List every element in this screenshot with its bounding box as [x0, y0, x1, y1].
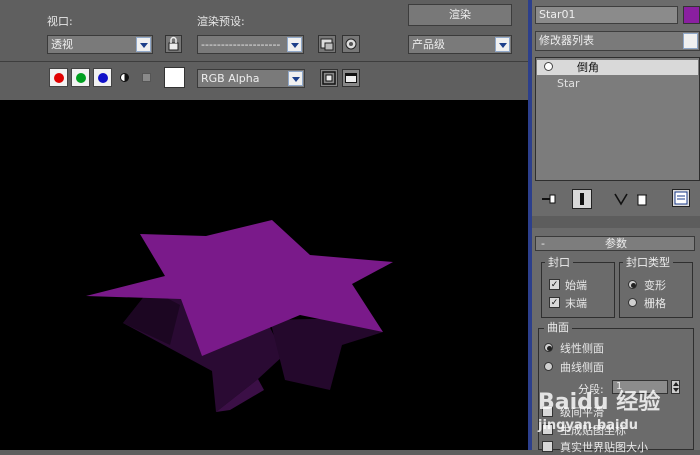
star-render: [86, 220, 393, 412]
preset-label: 渲染预设:: [197, 15, 245, 28]
watermark-logo: Baidu 经验: [538, 390, 661, 415]
stack-item-star[interactable]: Star: [537, 76, 698, 91]
spinner-arrows-icon: [673, 382, 679, 392]
monochrome-icon[interactable]: [142, 73, 151, 82]
red-channel-button[interactable]: [49, 68, 68, 87]
render-setup-icon: [320, 38, 334, 51]
cap-type-grid-label: 栅格: [644, 297, 666, 310]
chevron-down-icon: [288, 71, 303, 86]
modifier-stack[interactable]: 倒角 Star: [535, 57, 700, 181]
toggle-ui-overlay-button[interactable]: [320, 69, 338, 87]
render-setup-button[interactable]: [318, 35, 336, 53]
cap-type-morph-radio[interactable]: [628, 280, 637, 289]
preset-dropdown[interactable]: --------------------: [197, 35, 304, 54]
section-gap: [532, 216, 700, 228]
trash-icon: [637, 194, 647, 206]
window-icon: [345, 73, 357, 83]
surface-linear-label: 线性侧面: [560, 342, 604, 355]
toggle-ui-button[interactable]: [342, 69, 360, 87]
blue-channel-button[interactable]: [93, 68, 112, 87]
chevron-down-icon: [136, 37, 151, 52]
cap-start-label: 始端: [565, 279, 587, 292]
color-swatch[interactable]: [164, 67, 185, 88]
lightbulb-icon[interactable]: [544, 62, 553, 71]
surface-group-title: 曲面: [544, 321, 572, 334]
viewport-label: 视口:: [47, 15, 73, 28]
cap-type-group-title: 封口类型: [623, 256, 673, 269]
overlay-icon: [322, 71, 336, 85]
surface-linear-radio[interactable]: [544, 343, 553, 352]
chevron-down-icon: [683, 33, 698, 49]
collapse-icon: -: [541, 237, 545, 250]
configure-sets-button[interactable]: [672, 189, 690, 207]
lock-button[interactable]: [165, 35, 182, 53]
chevron-down-icon: [495, 37, 510, 52]
quality-dropdown[interactable]: 产品级: [408, 35, 512, 54]
show-end-result-button[interactable]: [572, 189, 592, 209]
red-dot-icon: [54, 73, 64, 83]
object-name-field[interactable]: Star01: [535, 6, 678, 24]
stack-item-label: Star: [557, 77, 580, 90]
cap-group-title: 封口: [545, 256, 573, 269]
star-bevel-right: [270, 318, 383, 390]
chevron-down-icon: [287, 37, 302, 52]
lock-icon: [168, 36, 179, 51]
environment-button[interactable]: [342, 35, 360, 53]
watermark-url: jingyan.baidu: [538, 418, 639, 433]
cap-end-checkbox[interactable]: ✓: [549, 297, 560, 308]
parameters-rollout-header[interactable]: - 参数: [535, 236, 695, 251]
end-result-icon: [580, 193, 584, 205]
channel-display-dropdown[interactable]: RGB Alpha: [197, 69, 305, 88]
stack-item-label: 倒角: [577, 61, 599, 74]
rollout-title: 参数: [605, 237, 627, 250]
green-channel-button[interactable]: [71, 68, 90, 87]
surface-curved-radio[interactable]: [544, 362, 553, 371]
cap-end-label: 末端: [565, 297, 587, 310]
viewport-dropdown[interactable]: 透视: [47, 35, 153, 54]
render-viewport[interactable]: [0, 100, 528, 450]
fork-icon: [614, 193, 628, 206]
real-world-map-label: 真实世界贴图大小: [560, 441, 648, 454]
modifier-list-label: 修改器列表: [539, 34, 594, 47]
quality-value: 产品级: [412, 38, 445, 51]
preset-value: --------------------: [201, 38, 281, 51]
blue-dot-icon: [98, 73, 108, 83]
gear-icon: [345, 38, 357, 50]
surface-curved-label: 曲线侧面: [560, 361, 604, 374]
toolbar-divider: [0, 61, 528, 62]
remove-modifier-button[interactable]: [635, 191, 649, 210]
segments-spinner-arrows[interactable]: [671, 380, 680, 394]
viewport-value: 透视: [51, 38, 73, 51]
channel-display-value: RGB Alpha: [201, 72, 260, 85]
alpha-channel-icon[interactable]: [120, 73, 129, 82]
object-color-swatch[interactable]: [683, 6, 700, 24]
make-unique-button[interactable]: [612, 191, 630, 210]
modifier-list-dropdown[interactable]: 修改器列表: [535, 31, 700, 51]
cap-type-morph-label: 变形: [644, 279, 666, 292]
stack-item-bevel[interactable]: 倒角: [537, 60, 698, 75]
configure-icon: [674, 191, 688, 205]
real-world-map-checkbox[interactable]: [542, 441, 553, 452]
render-button[interactable]: 渲染: [408, 4, 512, 26]
cap-start-checkbox[interactable]: ✓: [549, 279, 560, 290]
render-frame-toolbar: 视口: 透视 渲染预设: -------------------- 渲染 产品级…: [0, 0, 528, 100]
cap-type-grid-radio[interactable]: [628, 298, 637, 307]
green-dot-icon: [76, 73, 86, 83]
pin-icon: [542, 194, 556, 204]
pin-stack-button[interactable]: [540, 191, 558, 210]
command-panel: Star01 修改器列表 倒角 Star - 参数 封口 ✓ 始端 ✓ 末端 封…: [532, 0, 700, 454]
